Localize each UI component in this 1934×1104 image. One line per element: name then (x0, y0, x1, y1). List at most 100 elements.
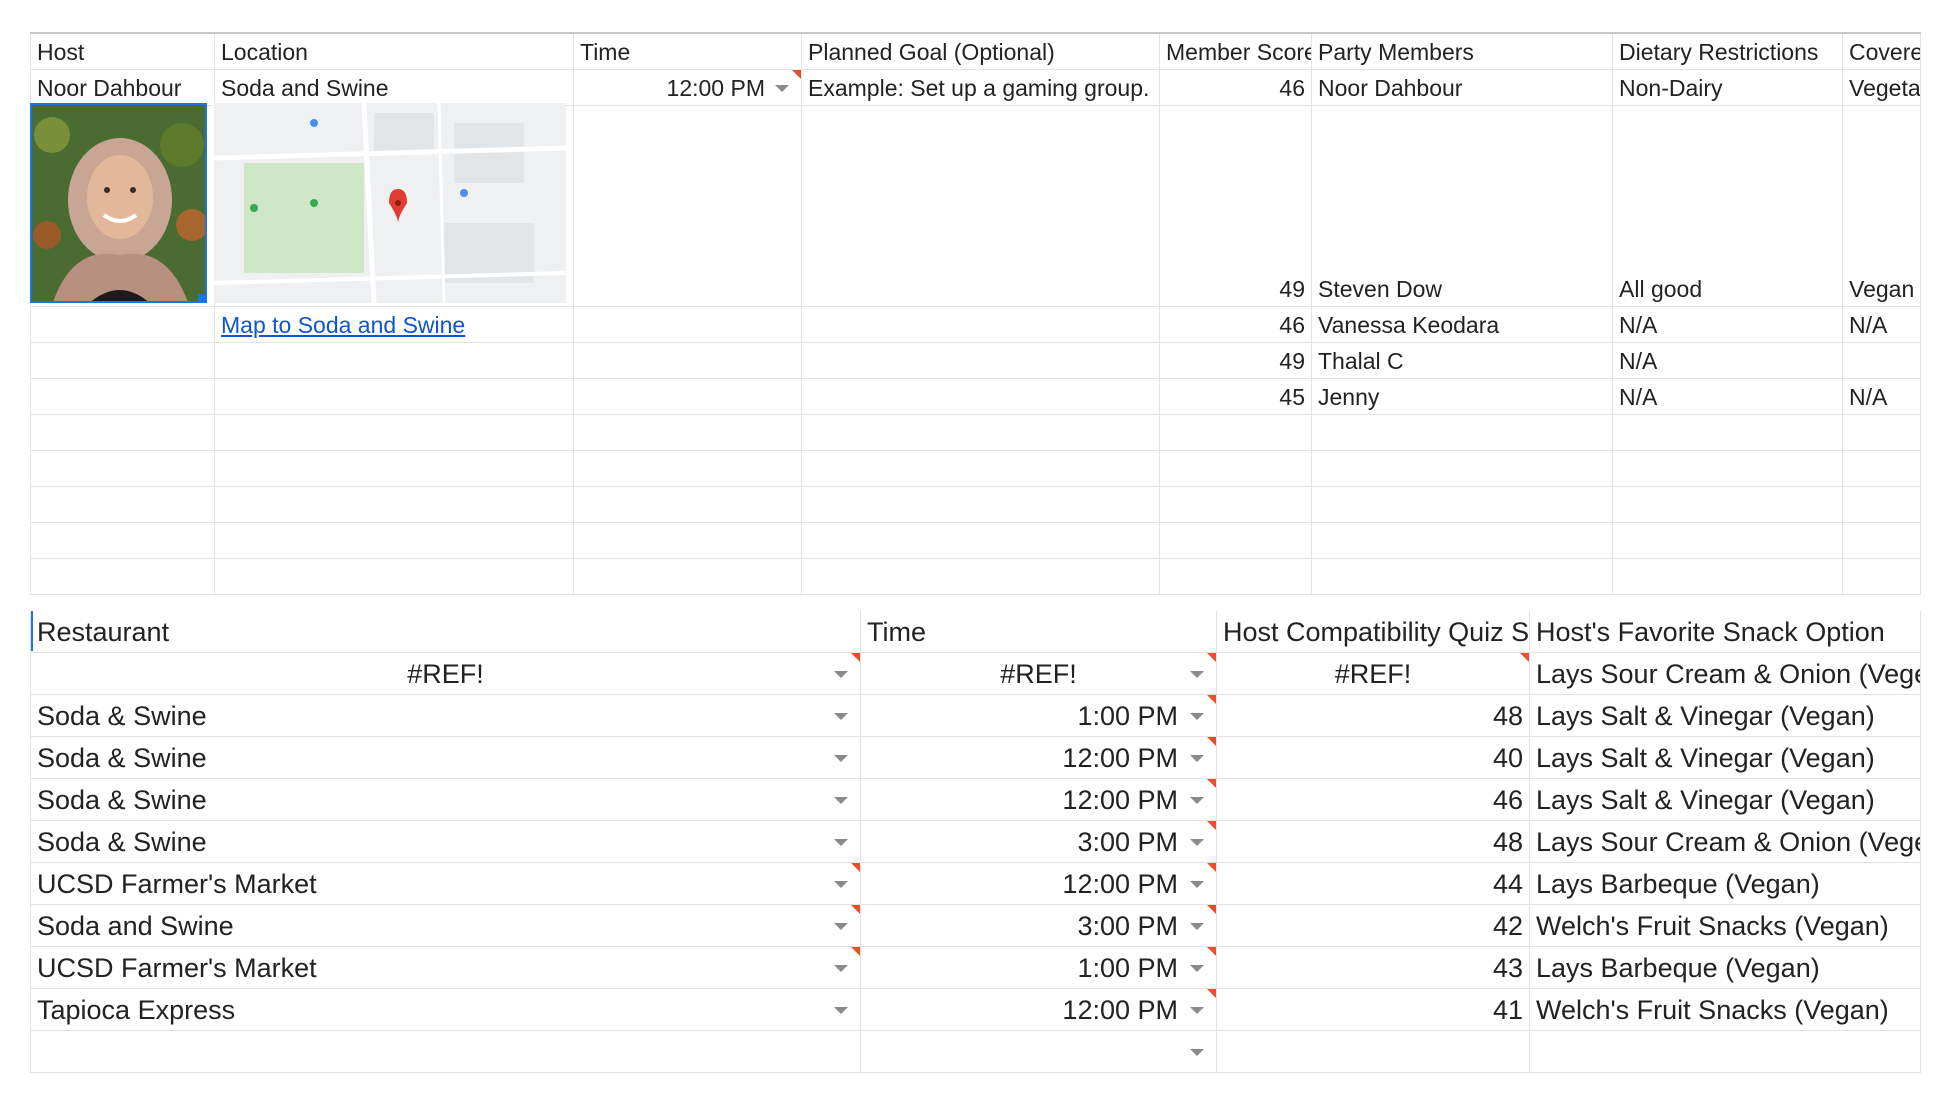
dropdown-arrow-icon[interactable] (834, 796, 848, 804)
empty-cell[interactable] (573, 558, 802, 595)
snack-cell[interactable]: Lays Salt & Vinegar (Vegan) (1529, 694, 1921, 737)
score-cell[interactable]: 44 (1216, 862, 1530, 905)
dropdown-arrow-icon[interactable] (834, 838, 848, 846)
dropdown-arrow-icon[interactable] (1190, 922, 1204, 930)
header-host[interactable]: Host (30, 32, 215, 70)
header-member-score[interactable]: Member Score (1159, 32, 1312, 70)
map-link-cell[interactable]: Map to Soda and Swine (214, 306, 574, 343)
dropdown-arrow-icon[interactable] (834, 880, 848, 888)
empty-cell[interactable] (1216, 1030, 1530, 1073)
planned-goal-cell[interactable] (801, 378, 1160, 415)
empty-cell[interactable] (801, 522, 1160, 559)
empty-cell[interactable] (214, 558, 574, 595)
restaurant-cell[interactable]: #REF! (30, 652, 861, 695)
time-cell[interactable]: 12:00 PM (573, 69, 802, 106)
time-cell[interactable]: 12:00 PM (860, 778, 1217, 821)
location-cell[interactable]: Soda and Swine (214, 69, 574, 106)
restaurant-cell[interactable]: Soda & Swine (30, 736, 861, 779)
location-cell[interactable] (214, 342, 574, 379)
empty-cell[interactable] (30, 558, 215, 595)
empty-cell[interactable] (1311, 486, 1613, 523)
empty-cell[interactable] (1612, 558, 1843, 595)
map-link[interactable]: Map to Soda and Swine (221, 312, 465, 338)
time-cell[interactable]: 12:00 PM (860, 988, 1217, 1031)
dietary-cell[interactable]: N/A (1612, 342, 1843, 379)
dietary-cell[interactable]: N/A (1612, 378, 1843, 415)
empty-cell[interactable] (214, 522, 574, 559)
restaurant-cell[interactable]: UCSD Farmer's Market (30, 862, 861, 905)
time-cell[interactable]: 1:00 PM (860, 946, 1217, 989)
host-cell[interactable] (30, 342, 215, 379)
score-cell[interactable]: 42 (1216, 904, 1530, 947)
covered-cell[interactable]: Vegan (1842, 105, 1921, 307)
restaurant-cell[interactable]: Soda and Swine (30, 904, 861, 947)
planned-goal-cell[interactable] (801, 306, 1160, 343)
empty-cell[interactable] (1311, 522, 1613, 559)
empty-cell[interactable] (573, 414, 802, 451)
header-covered[interactable]: Covered (1842, 32, 1921, 70)
snack-cell[interactable]: Lays Barbeque (Vegan) (1529, 946, 1921, 989)
empty-cell[interactable] (30, 450, 215, 487)
empty-cell[interactable] (801, 486, 1160, 523)
time-cell[interactable]: 12:00 PM (860, 736, 1217, 779)
member-score-cell[interactable]: 46 (1159, 306, 1312, 343)
empty-cell[interactable] (1612, 486, 1843, 523)
empty-cell[interactable] (1311, 414, 1613, 451)
header-restaurant[interactable]: Restaurant (30, 611, 861, 653)
empty-cell[interactable] (1842, 522, 1921, 559)
dropdown-arrow-icon[interactable] (1190, 754, 1204, 762)
empty-cell[interactable] (1529, 1030, 1921, 1073)
empty-cell[interactable] (801, 558, 1160, 595)
dropdown-arrow-icon[interactable] (775, 84, 789, 92)
dropdown-arrow-icon[interactable] (1190, 1048, 1204, 1056)
empty-cell[interactable] (1159, 522, 1312, 559)
planned-goal-cell[interactable]: Example: Set up a gaming group. (801, 69, 1160, 106)
host-photo[interactable] (30, 103, 207, 303)
dietary-cell[interactable]: N/A (1612, 306, 1843, 343)
snack-cell[interactable]: Lays Sour Cream & Onion (Vegetaria (1529, 820, 1921, 863)
dropdown-arrow-icon[interactable] (834, 964, 848, 972)
party-member-cell[interactable]: Vanessa Keodara (1311, 306, 1613, 343)
empty-cell[interactable] (1311, 558, 1613, 595)
time-cell[interactable] (860, 1030, 1217, 1073)
header-dietary-restrictions[interactable]: Dietary Restrictions (1612, 32, 1843, 70)
location-cell[interactable] (214, 378, 574, 415)
header-snack-option[interactable]: Host's Favorite Snack Option (1529, 611, 1921, 653)
party-member-cell[interactable]: Steven Dow (1311, 105, 1613, 307)
host-cell[interactable] (30, 378, 215, 415)
empty-cell[interactable] (214, 486, 574, 523)
covered-cell[interactable]: N/A (1842, 378, 1921, 415)
empty-cell[interactable] (214, 450, 574, 487)
dropdown-arrow-icon[interactable] (1190, 838, 1204, 846)
empty-cell[interactable] (1159, 558, 1312, 595)
member-score-cell[interactable]: 46 (1159, 69, 1312, 106)
score-cell[interactable]: 48 (1216, 694, 1530, 737)
score-cell[interactable]: 41 (1216, 988, 1530, 1031)
restaurant-cell[interactable]: Soda & Swine (30, 778, 861, 821)
snack-cell[interactable]: Welch's Fruit Snacks (Vegan) (1529, 988, 1921, 1031)
time-cell[interactable]: 1:00 PM (860, 694, 1217, 737)
party-member-cell[interactable]: Noor Dahbour (1311, 69, 1613, 106)
dropdown-arrow-icon[interactable] (1190, 712, 1204, 720)
time-cell[interactable]: 3:00 PM (860, 820, 1217, 863)
empty-cell[interactable] (801, 414, 1160, 451)
score-cell[interactable]: 43 (1216, 946, 1530, 989)
empty-cell[interactable] (1159, 486, 1312, 523)
empty-cell[interactable] (573, 450, 802, 487)
empty-cell[interactable] (1612, 414, 1843, 451)
empty-cell[interactable] (1842, 486, 1921, 523)
dropdown-arrow-icon[interactable] (1190, 880, 1204, 888)
snack-cell[interactable]: Welch's Fruit Snacks (Vegan) (1529, 904, 1921, 947)
time-cell[interactable]: 12:00 PM (860, 862, 1217, 905)
score-cell[interactable]: 46 (1216, 778, 1530, 821)
empty-cell[interactable] (1159, 414, 1312, 451)
header-time[interactable]: Time (860, 611, 1217, 653)
party-member-cell[interactable]: Jenny (1311, 378, 1613, 415)
time-cell[interactable]: 3:00 PM (860, 904, 1217, 947)
dropdown-arrow-icon[interactable] (834, 922, 848, 930)
restaurant-cell[interactable]: Tapioca Express (30, 988, 861, 1031)
dropdown-arrow-icon[interactable] (834, 712, 848, 720)
dropdown-arrow-icon[interactable] (1190, 796, 1204, 804)
empty-cell[interactable] (1842, 414, 1921, 451)
time-cell[interactable] (573, 378, 802, 415)
